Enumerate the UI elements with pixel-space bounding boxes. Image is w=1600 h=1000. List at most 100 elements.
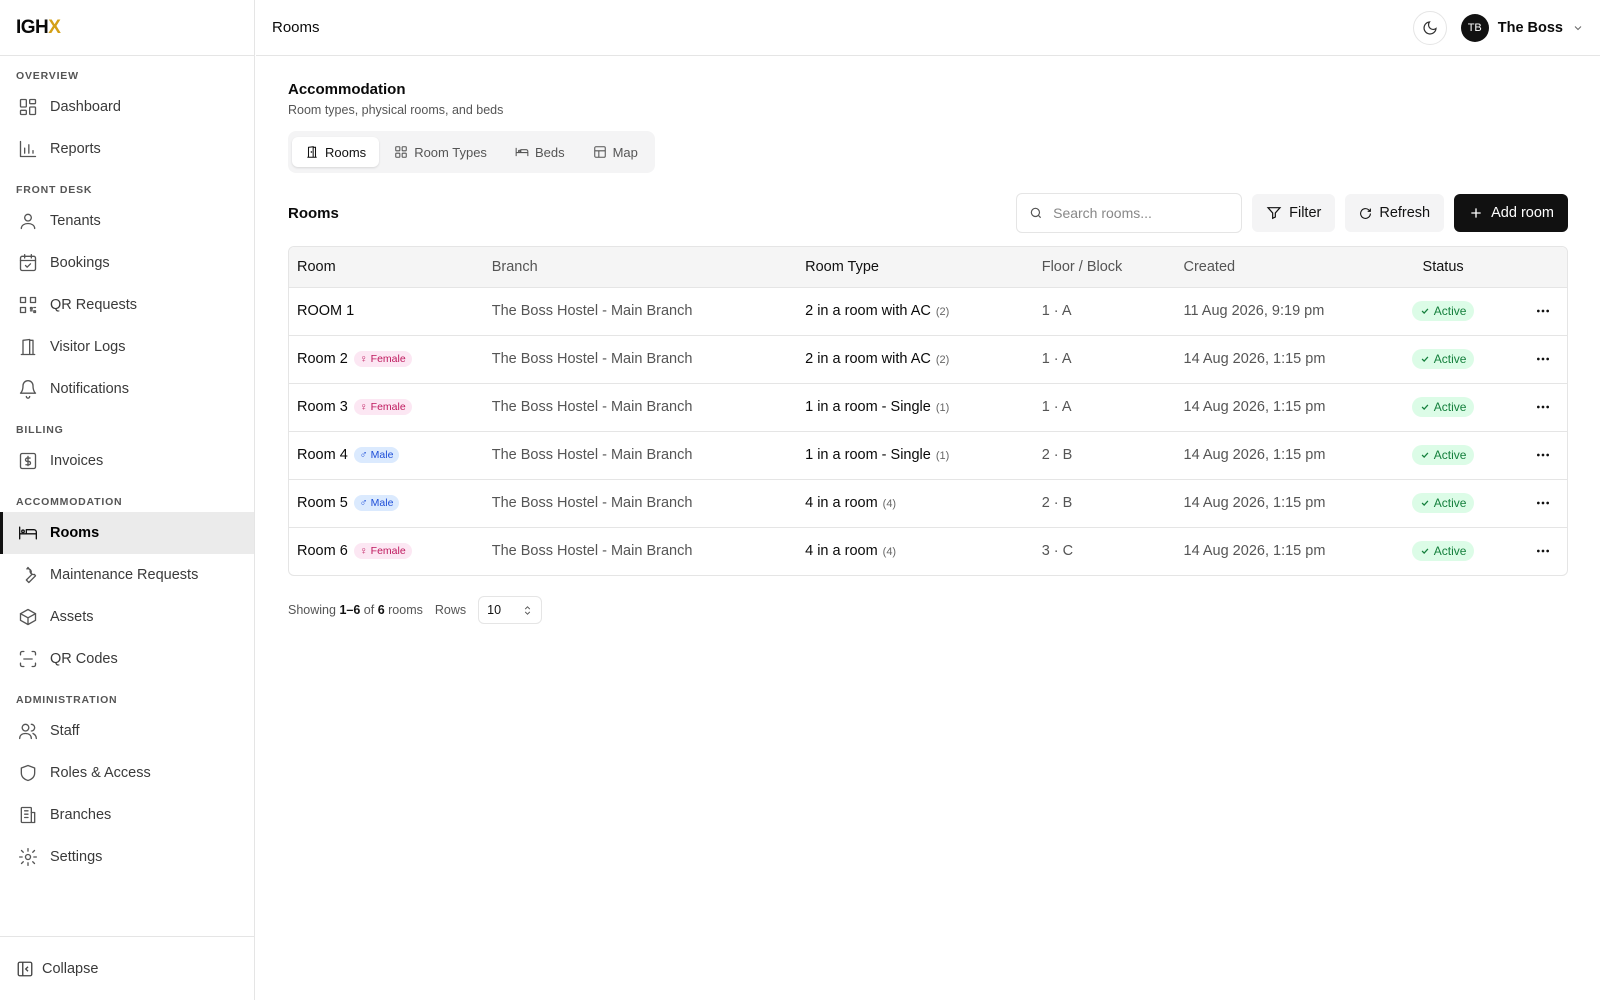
bed-icon [515, 145, 529, 159]
cell-actions [1518, 527, 1567, 575]
table-row[interactable]: Room 3 ♀ Female The Boss Hostel - Main Bra… [289, 383, 1567, 432]
cell-status: Active [1368, 479, 1519, 528]
column-header-floor-block[interactable]: Floor / Block [1033, 247, 1176, 288]
rooms-toolbar: Rooms Filter Refresh Add room [288, 193, 1568, 233]
cell-branch: The Boss Hostel - Main Branch [483, 383, 798, 432]
room-type-name: 2 in a room with AC [805, 351, 931, 367]
cell-branch: The Boss Hostel - Main Branch [483, 287, 798, 336]
sidebar: IGH X OVERVIEW Dashboard Reports FRONT DESK T… [0, 0, 255, 1000]
sidebar-item-visitor-logs[interactable]: Visitor Logs [0, 326, 254, 368]
refresh-button[interactable]: Refresh [1345, 194, 1445, 232]
nav-section-title: ADMINISTRATION [16, 694, 118, 706]
table-row[interactable]: Room 5 ♂ Male The Boss Hostel - Main Branc… [289, 479, 1567, 528]
sidebar-item-settings[interactable]: Settings [0, 836, 254, 878]
column-header-status[interactable]: Status [1368, 247, 1519, 288]
search-input[interactable] [1053, 205, 1224, 221]
qr-icon [18, 295, 38, 315]
nav-section-title: ACCOMMODATION [16, 496, 123, 508]
sidebar-nav: OVERVIEW Dashboard Reports FRONT DESK Tenant… [0, 56, 254, 878]
user-menu[interactable]: TB The Boss [1460, 13, 1584, 42]
sidebar-item-roles-access[interactable]: Roles & Access [0, 752, 254, 794]
table-row[interactable]: Room 2 ♀ Female The Boss Hostel - Main Bra… [289, 335, 1567, 384]
showing-total: 6 [377, 603, 385, 617]
room-type-name: 2 in a room with AC [805, 303, 931, 319]
chevron-down-icon [1572, 22, 1584, 34]
tab-rooms[interactable]: Rooms [292, 137, 380, 167]
row-actions-button[interactable] [1526, 303, 1559, 319]
check-icon [1420, 402, 1430, 412]
filter-icon [1266, 205, 1282, 221]
sidebar-item-maintenance-requests[interactable]: Maintenance Requests [0, 554, 254, 596]
sidebar-item-label: Dashboard [50, 99, 121, 115]
cell-actions [1518, 335, 1567, 384]
check-icon [1420, 546, 1430, 556]
status-label: Active [1433, 352, 1467, 366]
sidebar-item-qr-requests[interactable]: QR Requests [0, 284, 254, 326]
rows-value: 10 [487, 603, 502, 617]
row-actions-button[interactable] [1526, 399, 1559, 415]
door-icon [305, 145, 319, 159]
sidebar-item-rooms[interactable]: Rooms [0, 512, 254, 554]
sidebar-item-staff[interactable]: Staff [0, 710, 254, 752]
gender-badge: ♀ Female [353, 543, 412, 560]
status-badge: Active [1411, 301, 1475, 321]
page-subtitle: Room types, physical rooms, and beds [288, 103, 504, 117]
room-name: Room 6 [297, 543, 348, 560]
table-row[interactable]: ROOM 1 The Boss Hostel - Main Branch 2 i… [289, 287, 1567, 336]
status-label: Active [1433, 304, 1467, 318]
gender-badge: ♀ Female [353, 351, 412, 368]
bed-icon [18, 523, 38, 543]
row-actions-button[interactable] [1526, 495, 1559, 511]
sidebar-item-bookings[interactable]: Bookings [0, 242, 254, 284]
sidebar-item-assets[interactable]: Assets [0, 596, 254, 638]
cell-room: Room 3 ♀ Female [289, 383, 484, 432]
nav-section-title: BILLING [16, 424, 64, 436]
tab-room-types[interactable]: Room Types [381, 137, 500, 167]
sidebar-item-notifications[interactable]: Notifications [0, 368, 254, 410]
sidebar-item-label: Settings [50, 849, 103, 865]
column-header-room[interactable]: Room [289, 247, 484, 288]
gender-badge: ♂ Male [353, 447, 400, 464]
column-header-room-type[interactable]: Room Type [797, 247, 1034, 288]
sidebar-item-qr-codes[interactable]: QR Codes [0, 638, 254, 680]
sidebar-item-reports[interactable]: Reports [0, 128, 254, 170]
theme-toggle-button[interactable] [1412, 10, 1447, 45]
status-badge: Active [1411, 349, 1475, 369]
sidebar-item-label: Notifications [50, 381, 129, 397]
cell-room-type: 4 in a room (4) [797, 479, 1034, 528]
cell-branch: The Boss Hostel - Main Branch [483, 431, 798, 480]
showing-range: 1–6 [339, 603, 361, 617]
column-header-created[interactable]: Created [1175, 247, 1369, 288]
tab-label: Rooms [325, 144, 367, 160]
rows-per-page-select[interactable]: 10 [478, 596, 543, 624]
row-actions-button[interactable] [1526, 351, 1559, 367]
sidebar-item-invoices[interactable]: Invoices [0, 440, 254, 482]
status-badge: Active [1411, 493, 1475, 513]
tab-map[interactable]: Map [580, 137, 651, 167]
cell-floor-block: 2 · B [1033, 479, 1176, 528]
table-row[interactable]: Room 6 ♀ Female The Boss Hostel - Main Bra… [289, 527, 1567, 575]
filter-button[interactable]: Filter [1252, 194, 1336, 232]
check-icon [1420, 354, 1430, 364]
pagination-summary: Showing 1–6 of 6 rooms [288, 603, 423, 617]
more-horizontal-icon [1535, 495, 1551, 511]
plus-icon [1468, 205, 1484, 221]
room-name: Room 2 [297, 350, 348, 367]
cell-status: Active [1368, 383, 1519, 432]
tab-label: Map [612, 144, 638, 160]
sidebar-item-label: Invoices [50, 453, 104, 469]
row-actions-button[interactable] [1526, 447, 1559, 463]
section-title: Rooms [288, 204, 339, 222]
column-header-branch[interactable]: Branch [483, 247, 798, 288]
search-icon [1029, 206, 1043, 220]
cell-floor-block: 1 · A [1033, 287, 1176, 336]
add-room-button[interactable]: Add room [1454, 194, 1568, 232]
row-actions-button[interactable] [1526, 543, 1559, 559]
sidebar-item-branches[interactable]: Branches [0, 794, 254, 836]
table-row[interactable]: Room 4 ♂ Male The Boss Hostel - Main Branc… [289, 431, 1567, 480]
tab-beds[interactable]: Beds [502, 137, 578, 167]
collapse-button[interactable]: Collapse [0, 936, 254, 1000]
sidebar-item-dashboard[interactable]: Dashboard [0, 86, 254, 128]
sidebar-item-tenants[interactable]: Tenants [0, 200, 254, 242]
app-logo[interactable]: IGH X [0, 0, 254, 56]
